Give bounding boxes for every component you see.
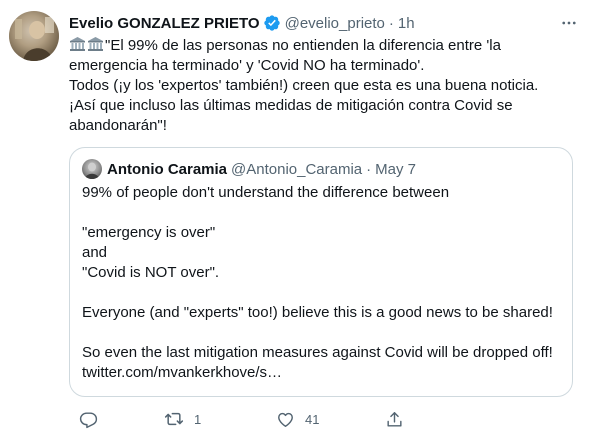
retweet-icon bbox=[164, 409, 184, 429]
author-display-name[interactable]: Evelio GONZALEZ PRIETO bbox=[69, 15, 260, 32]
tweet-text-line: emergencia ha terminado' y 'Covid NO ha … bbox=[69, 57, 425, 74]
tweet[interactable]: Evelio GONZALEZ PRIETO @evelio_prieto · … bbox=[0, 0, 592, 438]
tweet-text-line: "El 99% de las personas no entienden la … bbox=[69, 36, 579, 56]
like-button[interactable]: 41 bbox=[276, 408, 319, 430]
quoted-text-line: Everyone (and "experts" too!) believe th… bbox=[82, 304, 553, 321]
quoted-tweet[interactable]: Antonio Caramia @Antonio_Caramia · May 7… bbox=[69, 147, 573, 397]
verified-badge-icon bbox=[263, 14, 281, 32]
retweet-button[interactable]: 1 bbox=[164, 408, 201, 430]
quoted-text-line: "emergency is over" bbox=[82, 224, 216, 241]
quoted-author-display-name: Antonio Caramia bbox=[107, 160, 228, 178]
quoted-author-handle: @Antonio_Caramia bbox=[231, 160, 363, 178]
author-handle[interactable]: @evelio_prieto bbox=[285, 15, 385, 32]
share-icon bbox=[385, 410, 404, 429]
quoted-text-line: 99% of people don't understand the diffe… bbox=[82, 184, 450, 201]
tweet-text-line: Todos (¡y los 'expertos' también!) creen… bbox=[69, 77, 539, 94]
quoted-link[interactable]: twitter.com/mvankerkhove/s… bbox=[82, 363, 562, 383]
quoted-text-line: and bbox=[82, 244, 108, 261]
classical-building-emoji bbox=[87, 36, 104, 52]
classical-building-emoji bbox=[69, 36, 86, 52]
quoted-text-line: "Covid is NOT over". bbox=[82, 264, 220, 281]
tweet-text: "El 99% de las personas no entienden la … bbox=[69, 36, 579, 136]
author-avatar[interactable] bbox=[9, 11, 59, 61]
retweet-count: 1 bbox=[194, 411, 202, 427]
quoted-text-line: So even the last mitigation measures aga… bbox=[82, 344, 553, 361]
quoted-tweet-header: Antonio Caramia @Antonio_Caramia · May 7 bbox=[82, 159, 416, 179]
quoted-text-line bbox=[82, 283, 562, 303]
tweet-text-line: ¡Así que incluso las últimas medidas de … bbox=[69, 97, 513, 114]
quoted-tweet-text: 99% of people don't understand the diffe… bbox=[82, 183, 562, 383]
quoted-author-avatar bbox=[82, 159, 102, 179]
tweet-actions: 1 41 bbox=[69, 408, 499, 430]
more-horizontal-icon[interactable] bbox=[558, 13, 580, 33]
quoted-tweet-date: May 7 bbox=[375, 160, 417, 178]
tweet-time[interactable]: 1h bbox=[398, 15, 415, 32]
separator-dot: · bbox=[366, 160, 372, 178]
reply-icon bbox=[79, 410, 98, 429]
quoted-text-line bbox=[82, 203, 562, 223]
tweet-text-segment: "El 99% de las personas no entienden la … bbox=[105, 37, 501, 54]
separator-dot: · bbox=[388, 14, 394, 32]
like-count: 41 bbox=[305, 411, 320, 427]
tweet-text-line: abandonarán"! bbox=[69, 117, 167, 134]
quoted-text-line bbox=[82, 323, 562, 343]
heart-icon bbox=[276, 410, 295, 429]
reply-button[interactable] bbox=[79, 408, 108, 430]
share-button[interactable] bbox=[385, 408, 414, 430]
tweet-header: Evelio GONZALEZ PRIETO @evelio_prieto · … bbox=[69, 13, 580, 33]
